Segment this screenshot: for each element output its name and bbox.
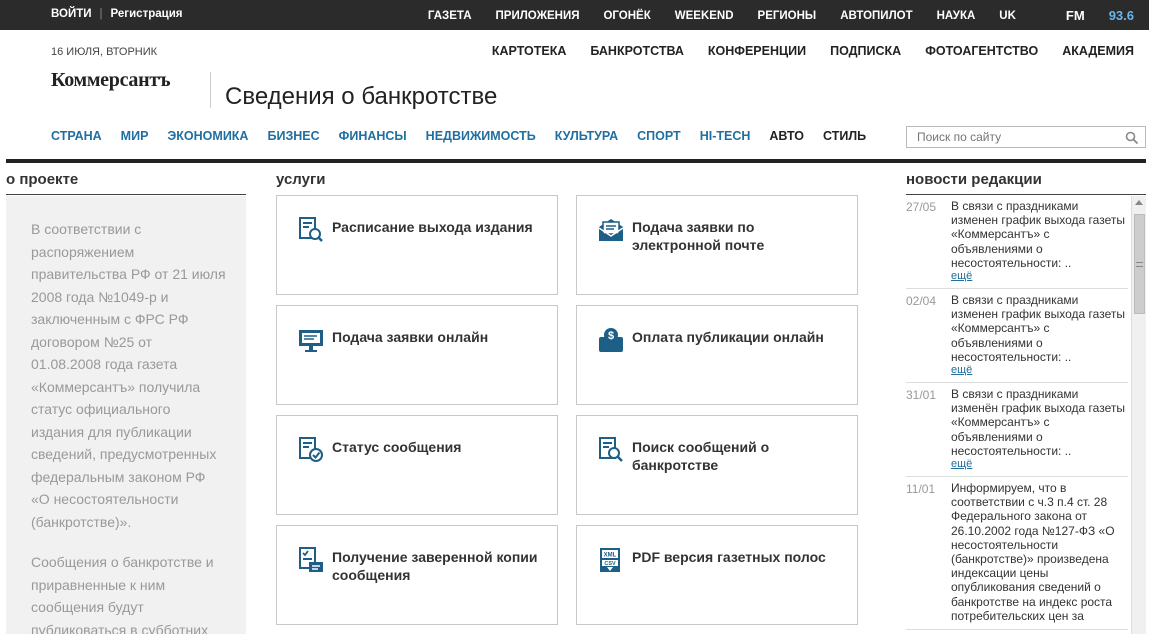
pdf-version-icon: XML CSV — [600, 548, 620, 572]
section-nav-photo-agency[interactable]: ФОТОАГЕНТСТВО — [925, 44, 1038, 58]
news-date: 27/05 — [906, 200, 937, 214]
category-nav-economy[interactable]: ЭКОНОМИКА — [167, 129, 248, 143]
section-nav-conferences[interactable]: КОНФЕРЕНЦИИ — [708, 44, 806, 58]
category-nav-business[interactable]: БИЗНЕС — [267, 129, 319, 143]
category-nav-world[interactable]: МИР — [121, 129, 149, 143]
logo-divider — [210, 72, 211, 108]
about-paragraph-2: Сообщения о банкротстве и приравненные к… — [31, 554, 214, 634]
news-text[interactable]: В связи с праздниками изменен график вых… — [951, 293, 1128, 364]
service-pdf-version[interactable]: XML CSV PDF версия газетных полос — [576, 525, 858, 625]
top-nav: ГАЗЕТА ПРИЛОЖЕНИЯ ОГОНЁК WEEKEND РЕГИОНЫ… — [404, 8, 1134, 23]
category-nav-finance[interactable]: ФИНАНСЫ — [339, 129, 407, 143]
register-link[interactable]: Регистрация — [111, 8, 183, 20]
news-item: 02/04 В связи с праздниками изменен граф… — [906, 289, 1128, 384]
schedule-icon — [299, 217, 323, 242]
service-search-messages-label: Поиск сообщений о банкротстве — [632, 439, 770, 473]
service-certified-copy[interactable]: Получение заверенной копии сообщения — [276, 525, 558, 625]
svg-text:CSV: CSV — [604, 561, 616, 567]
category-nav-country[interactable]: СТРАНА — [51, 129, 102, 143]
site-search — [906, 126, 1146, 148]
section-nav-academy[interactable]: АКАДЕМИЯ — [1062, 44, 1134, 58]
news-date: 02/04 — [906, 294, 937, 309]
service-schedule[interactable]: Расписание выхода издания — [276, 195, 558, 295]
service-email-application-label: Подача заявки по электронной почте — [632, 219, 765, 253]
news-more-link[interactable]: ещё — [951, 270, 1128, 282]
news-scrollbar[interactable] — [1131, 196, 1146, 634]
login-link[interactable]: ВОЙТИ — [51, 8, 92, 20]
about-panel: В соответствии с распоряжением правитель… — [6, 196, 246, 634]
scroll-up-arrow-icon[interactable] — [1135, 200, 1143, 205]
news-text[interactable]: В связи с праздниками изменен график вых… — [951, 199, 1128, 270]
news-list: 27/05 В связи с праздниками изменен граф… — [906, 194, 1146, 634]
svg-text:XML: XML — [604, 553, 617, 559]
current-date: 16 ИЮЛЯ, ВТОРНИК — [51, 46, 158, 58]
about-heading: о проекте — [6, 171, 79, 188]
email-application-icon — [598, 219, 624, 241]
news-item: 11/01 Информируем, что в соответствии с … — [906, 477, 1128, 631]
service-online-payment-label: Оплата публикации онлайн — [632, 329, 824, 345]
service-online-application[interactable]: Подача заявки онлайн — [276, 305, 558, 405]
header-rule — [6, 159, 1146, 163]
top-bar: ВОЙТИ | Регистрация ГАЗЕТА ПРИЛОЖЕНИЯ ОГ… — [0, 0, 1149, 30]
service-message-status[interactable]: Статус сообщения — [276, 415, 558, 515]
search-input[interactable] — [907, 127, 1117, 147]
service-online-application-label: Подача заявки онлайн — [332, 329, 489, 345]
top-nav-regions[interactable]: РЕГИОНЫ — [758, 10, 817, 22]
payment-icon: $ — [599, 328, 623, 352]
service-certified-copy-label: Получение заверенной копии сообщения — [332, 549, 538, 583]
top-nav-ogonek[interactable]: ОГОНЁК — [603, 10, 650, 22]
news-date: 31/01 — [906, 388, 937, 403]
top-nav-autopilot[interactable]: АВТОПИЛОТ — [840, 10, 912, 22]
service-email-application[interactable]: Подача заявки по электронной почте — [576, 195, 858, 295]
category-nav: СТРАНА МИР ЭКОНОМИКА БИЗНЕС ФИНАНСЫ НЕДВ… — [51, 129, 885, 143]
news-more-link[interactable]: ещё — [951, 364, 1128, 376]
news-item: 27/05 В связи с праздниками изменен граф… — [906, 195, 1128, 290]
auth-links: ВОЙТИ | Регистрация — [51, 8, 182, 20]
section-nav: КАРТОТЕКА БАНКРОТСТВА КОНФЕРЕНЦИИ ПОДПИС… — [468, 44, 1134, 58]
kommersant-logo[interactable]: Коммерсантъ — [51, 69, 171, 92]
message-status-icon — [299, 437, 323, 462]
news-text[interactable]: В связи с праздниками изменён график вых… — [951, 387, 1128, 458]
search-icon[interactable] — [1125, 131, 1139, 145]
news-more-link[interactable]: ещё — [951, 458, 1128, 470]
scrollbar-grip-icon — [1136, 262, 1143, 267]
fm-prefix: FM — [1065, 8, 1085, 23]
about-paragraph-1: В соответствии с распоряжением правитель… — [31, 221, 226, 530]
section-nav-kartoteka[interactable]: КАРТОТЕКА — [492, 44, 567, 58]
category-nav-culture[interactable]: КУЛЬТУРА — [555, 129, 618, 143]
top-nav-uk[interactable]: UK — [999, 10, 1016, 22]
news-date: 11/01 — [906, 482, 936, 497]
online-application-icon — [299, 330, 323, 352]
category-nav-auto[interactable]: АВТО — [769, 129, 804, 143]
top-nav-science[interactable]: НАУКА — [937, 10, 976, 22]
certified-copy-icon — [299, 547, 323, 572]
page-title: Сведения о банкротстве — [225, 83, 498, 110]
news-text[interactable]: Информируем, что в соответствии с ч.3 п.… — [951, 481, 1128, 623]
service-pdf-version-label: PDF версия газетных полос — [632, 549, 826, 565]
section-nav-subscription[interactable]: ПОДПИСКА — [830, 44, 901, 58]
service-search-messages[interactable]: Поиск сообщений о банкротстве — [576, 415, 858, 515]
service-message-status-label: Статус сообщения — [332, 439, 462, 455]
category-nav-sport[interactable]: СПОРТ — [637, 129, 681, 143]
news-item: 31/01 В связи с праздниками изменён граф… — [906, 383, 1128, 478]
category-nav-hitech[interactable]: HI-TECH — [700, 129, 751, 143]
top-nav-apps[interactable]: ПРИЛОЖЕНИЯ — [496, 10, 580, 22]
search-messages-icon — [599, 437, 623, 462]
fm-radio-link[interactable]: FM 93.6 — [1042, 8, 1134, 23]
svg-text:$: $ — [608, 330, 614, 342]
service-online-payment[interactable]: $ Оплата публикации онлайн — [576, 305, 858, 405]
auth-separator: | — [99, 8, 103, 20]
top-nav-weekend[interactable]: WEEKEND — [675, 10, 734, 22]
news-heading: новости редакции — [906, 171, 1042, 188]
about-heading-rule — [6, 194, 246, 195]
top-nav-gazeta[interactable]: ГАЗЕТА — [428, 10, 472, 22]
service-schedule-label: Расписание выхода издания — [332, 219, 533, 235]
section-nav-bankruptcy[interactable]: БАНКРОТСТВА — [590, 44, 684, 58]
category-nav-realty[interactable]: НЕДВИЖИМОСТЬ — [426, 129, 536, 143]
fm-frequency: 93.6 — [1108, 8, 1134, 23]
services-heading: услуги — [276, 171, 326, 188]
category-nav-style[interactable]: СТИЛЬ — [823, 129, 866, 143]
